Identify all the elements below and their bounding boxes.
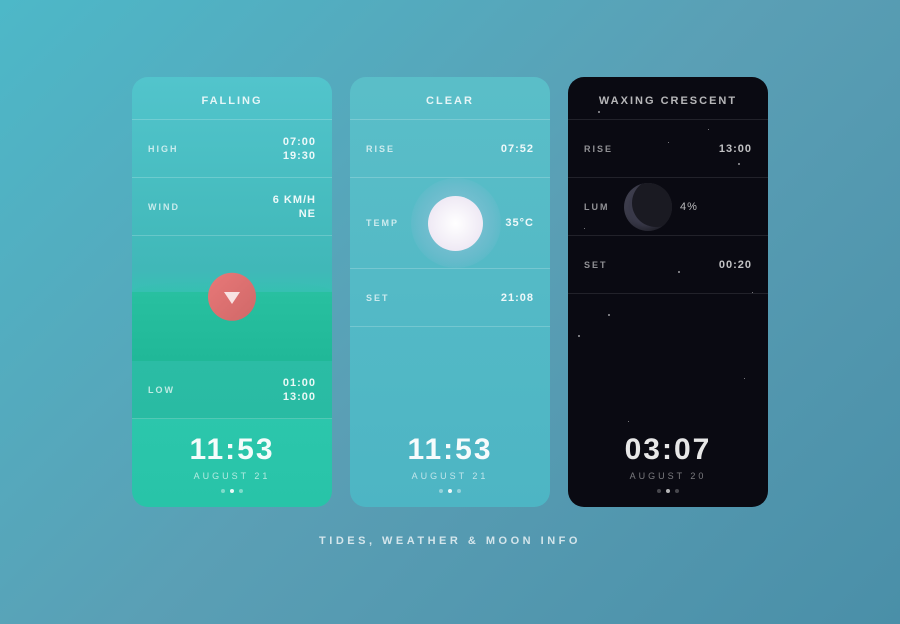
moon-set-value: 00:20 <box>719 259 752 271</box>
weather-dot-3 <box>457 489 461 493</box>
cards-container: FALLING HIGH 07:00 19:30 WIND 6 KM/H NE … <box>132 77 768 507</box>
tide-arrow-icon <box>224 292 240 304</box>
tides-low-value2: 13:00 <box>283 391 316 403</box>
weather-dot-2 <box>448 489 452 493</box>
weather-rise-value: 07:52 <box>501 143 534 155</box>
moon-set-label: SET <box>584 260 624 270</box>
tides-dot-1 <box>221 489 225 493</box>
moon-lum-label: LUM <box>584 202 624 212</box>
tides-low-value1: 01:00 <box>283 377 316 389</box>
weather-visual <box>406 178 505 268</box>
tides-high-value2: 19:30 <box>283 150 316 162</box>
moon-time: 03:07 <box>568 435 768 465</box>
moon-dot-3 <box>675 489 679 493</box>
weather-header: CLEAR <box>350 77 550 120</box>
moon-date: AUGUST 20 <box>568 471 768 481</box>
moon-time-section: 03:07 AUGUST 20 <box>568 419 768 507</box>
page-footer: TIDES, WEATHER & MOON INFO <box>319 535 581 547</box>
weather-time-section: 11:53 AUGUST 21 <box>350 419 550 507</box>
tides-dot-3 <box>239 489 243 493</box>
moon-lum-row: LUM 4% <box>568 178 768 236</box>
moon-rise-label: RISE <box>584 144 624 154</box>
tides-dots <box>132 489 332 493</box>
tides-high-value1: 07:00 <box>283 136 316 148</box>
sun-icon <box>428 196 483 251</box>
moon-lum-value: 4% <box>680 201 698 213</box>
moon-header: WAXING CRESCENT <box>568 77 768 120</box>
tides-high-label: HIGH <box>148 144 188 154</box>
weather-dots <box>350 489 550 493</box>
weather-rise-row: RISE 07:52 <box>350 120 550 178</box>
weather-time: 11:53 <box>350 435 550 465</box>
tides-low-label: LOW <box>148 385 188 395</box>
tides-wind-value2: NE <box>273 208 316 220</box>
tides-visual <box>132 236 332 361</box>
moon-rise-value: 13:00 <box>719 143 752 155</box>
moon-dot-1 <box>657 489 661 493</box>
moon-visual <box>624 183 672 231</box>
tides-date: AUGUST 21 <box>132 471 332 481</box>
tides-wind-label: WIND <box>148 202 188 212</box>
sun-glow <box>411 178 501 268</box>
weather-dot-1 <box>439 489 443 493</box>
moon-spacer <box>568 294 768 419</box>
weather-card: CLEAR RISE 07:52 TEMP 35°C SET 21:08 <box>350 77 550 507</box>
tides-header: FALLING <box>132 77 332 120</box>
moon-dot-2 <box>666 489 670 493</box>
tides-dot-2 <box>230 489 234 493</box>
tides-low-row: LOW 01:00 13:00 <box>132 361 332 419</box>
tides-time: 11:53 <box>132 435 332 465</box>
weather-temp-label: TEMP <box>366 218 406 228</box>
moon-icon <box>624 183 672 231</box>
weather-temp-value: 35°C <box>505 217 534 229</box>
tides-high-row: HIGH 07:00 19:30 <box>132 120 332 178</box>
moon-set-row: SET 00:20 <box>568 236 768 294</box>
tides-wind-row: WIND 6 KM/H NE <box>132 178 332 236</box>
tides-card: FALLING HIGH 07:00 19:30 WIND 6 KM/H NE … <box>132 77 332 507</box>
moon-rise-row: RISE 13:00 <box>568 120 768 178</box>
weather-set-value: 21:08 <box>501 292 534 304</box>
weather-spacer <box>350 327 550 419</box>
moon-shadow <box>632 183 672 227</box>
weather-set-label: SET <box>366 293 406 303</box>
weather-date: AUGUST 21 <box>350 471 550 481</box>
tides-wind-value1: 6 KM/H <box>273 194 316 206</box>
moon-card: WAXING CRESCENT RISE 13:00 LUM 4% SET 00… <box>568 77 768 507</box>
weather-rise-label: RISE <box>366 144 406 154</box>
weather-temp-row: TEMP 35°C <box>350 178 550 269</box>
moon-dots <box>568 489 768 493</box>
weather-set-row: SET 21:08 <box>350 269 550 327</box>
tides-time-section: 11:53 AUGUST 21 <box>132 419 332 507</box>
